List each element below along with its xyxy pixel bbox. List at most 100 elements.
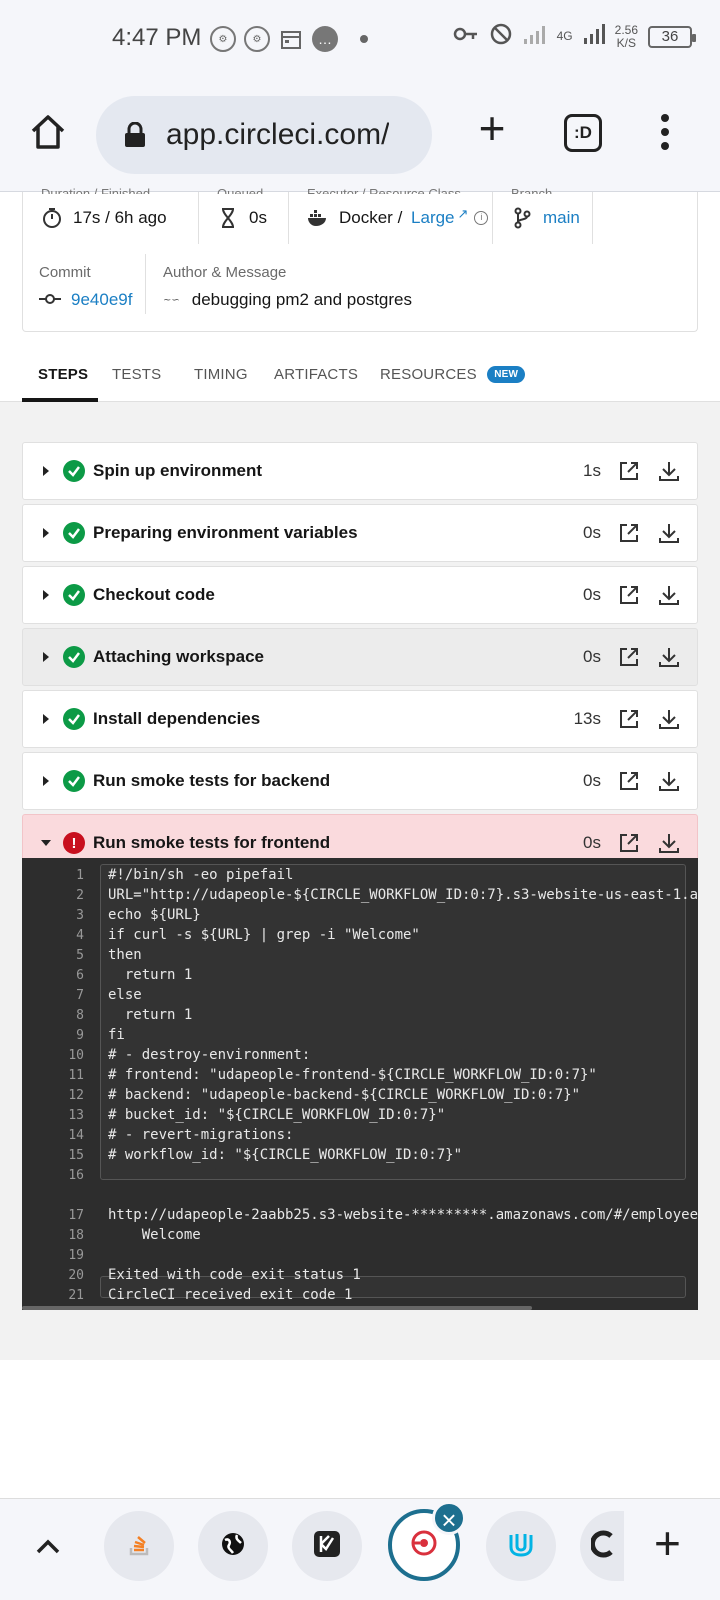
open-external-icon[interactable]	[617, 707, 641, 731]
line-number: 7	[76, 988, 84, 1003]
tab-resources-label: RESOURCES	[380, 366, 477, 383]
open-external-icon[interactable]	[617, 521, 641, 545]
author-label: Author & Message	[163, 264, 287, 281]
tab-tests[interactable]: TESTS	[112, 366, 161, 383]
caret-right-icon	[39, 465, 53, 477]
line-number: 18	[68, 1228, 84, 1243]
line-number: 15	[68, 1148, 84, 1163]
console-line: Exited with code exit status 1	[108, 1267, 361, 1283]
status-bar: 4:47 PM ⚙ ⚙ … 4G 2.56 K/S 36	[0, 0, 720, 80]
commit-value-wrap: 9e40e9f	[39, 290, 132, 310]
tab-resources[interactable]: RESOURCES NEW	[380, 366, 526, 383]
step-row[interactable]: Run smoke tests for backend 0s	[22, 752, 698, 810]
console-line: CircleCI received exit code 1	[108, 1287, 353, 1303]
console-line: # bucket_id: "${CIRCLE_WORKFLOW_ID:0:7}"	[108, 1107, 446, 1123]
open-external-icon[interactable]	[617, 459, 641, 483]
hourglass-icon	[217, 207, 239, 229]
signal-icon	[523, 23, 547, 50]
line-number: 14	[68, 1128, 84, 1143]
external-link-icon: ↗	[457, 206, 469, 221]
line-number: 6	[76, 968, 84, 983]
caret-right-icon	[39, 651, 53, 663]
line-number: 9	[76, 1028, 84, 1043]
download-icon[interactable]	[657, 521, 681, 545]
commit-link[interactable]: 9e40e9f	[71, 290, 132, 310]
tab-thumbnail[interactable]	[292, 1511, 362, 1581]
success-check-icon	[63, 770, 85, 792]
browser-toolbar: app.circleci.com/ + :D	[0, 80, 720, 192]
commit-icon	[39, 290, 61, 310]
url-text: app.circleci.com/	[166, 118, 390, 151]
step-row[interactable]: Attaching workspace 0s	[22, 628, 698, 686]
tab-thumbnail[interactable]	[198, 1511, 268, 1581]
download-icon[interactable]	[657, 583, 681, 607]
info-icon[interactable]: i	[474, 211, 489, 225]
download-icon[interactable]	[657, 707, 681, 731]
job-info-card: Duration / Finished 17s / 6h ago Queued …	[22, 186, 698, 332]
step-console-output[interactable]: 1 #!/bin/sh -eo pipefail 2 URL="http://u…	[22, 858, 698, 1310]
download-icon[interactable]	[657, 459, 681, 483]
open-external-icon[interactable]	[617, 831, 641, 855]
line-number: 21	[68, 1288, 84, 1303]
console-line: echo ${URL}	[108, 907, 201, 923]
signal-icon-2	[583, 23, 605, 50]
app-root: 4:47 PM ⚙ ⚙ … 4G 2.56 K/S 36 app.circlec…	[0, 0, 720, 1600]
resource-class-link[interactable]: Large	[411, 208, 454, 228]
tab-switcher-button[interactable]: :D	[564, 114, 602, 152]
step-label: Preparing environment variables	[93, 523, 358, 542]
download-icon[interactable]	[657, 769, 681, 793]
open-external-icon[interactable]	[617, 769, 641, 793]
club-badge-icon: ⚙	[210, 26, 236, 52]
address-bar[interactable]: app.circleci.com/	[96, 96, 432, 174]
console-line: fi	[108, 1027, 125, 1043]
tab-thumbnail[interactable]	[486, 1511, 556, 1581]
step-label: Spin up environment	[93, 461, 263, 480]
line-number: 11	[68, 1068, 84, 1083]
tab-artifacts[interactable]: ARTIFACTS	[274, 366, 358, 383]
line-number: 5	[76, 948, 84, 963]
step-row[interactable]: Preparing environment variables 0s	[22, 504, 698, 562]
step-label: Checkout code	[93, 585, 215, 604]
step-row[interactable]: Checkout code 0s	[22, 566, 698, 624]
tab-thumbnail[interactable]	[580, 1511, 624, 1581]
kv-app-icon	[313, 1530, 341, 1563]
new-tab-button[interactable]: +	[472, 105, 512, 151]
status-time: 4:47 PM	[112, 24, 202, 51]
open-external-icon[interactable]	[617, 583, 641, 607]
line-number: 19	[68, 1248, 84, 1263]
open-external-icon[interactable]	[617, 645, 641, 669]
caret-down-icon	[39, 839, 53, 847]
chevron-up-icon	[36, 1539, 60, 1554]
home-button[interactable]	[28, 112, 68, 152]
step-row[interactable]: Install dependencies 13s	[22, 690, 698, 748]
download-icon[interactable]	[657, 645, 681, 669]
calendar-icon	[278, 26, 304, 52]
executor-label: Executor / Resource Class	[307, 186, 461, 194]
step-duration: 0s	[583, 523, 601, 542]
console-line: if curl -s ${URL} | grep -i "Welcome"	[108, 927, 420, 943]
horizontal-scrollbar[interactable]	[22, 1306, 532, 1310]
console-line: Welcome	[108, 1227, 201, 1243]
step-duration: 13s	[573, 709, 601, 728]
close-tab-button[interactable]: ×	[432, 1501, 466, 1535]
steps-list: Spin up environment 1s Preparing environ…	[0, 402, 720, 1360]
tab-timing[interactable]: TIMING	[194, 366, 248, 383]
console-line: else	[108, 987, 142, 1003]
new-tab-plus-button[interactable]: +	[654, 1520, 681, 1566]
step-duration: 0s	[583, 585, 601, 604]
tab-thumbnail[interactable]	[104, 1511, 174, 1581]
queued-value: 0s	[249, 208, 267, 227]
error-icon: !	[63, 832, 85, 854]
browser-menu-button[interactable]	[650, 110, 680, 154]
duration-cell: Duration / Finished 17s / 6h ago	[23, 186, 199, 244]
download-icon[interactable]	[657, 831, 681, 855]
commit-message: debugging pm2 and postgres	[191, 290, 412, 309]
expand-tabs-button[interactable]	[30, 1529, 66, 1565]
menu-dot	[661, 128, 669, 136]
branch-label: Branch	[511, 186, 553, 194]
tab-steps[interactable]: STEPS	[38, 366, 88, 383]
console-line: # - destroy-environment:	[108, 1047, 311, 1063]
branch-link[interactable]: main	[543, 208, 580, 228]
step-row[interactable]: Spin up environment 1s	[22, 442, 698, 500]
step-duration: 0s	[583, 833, 601, 852]
